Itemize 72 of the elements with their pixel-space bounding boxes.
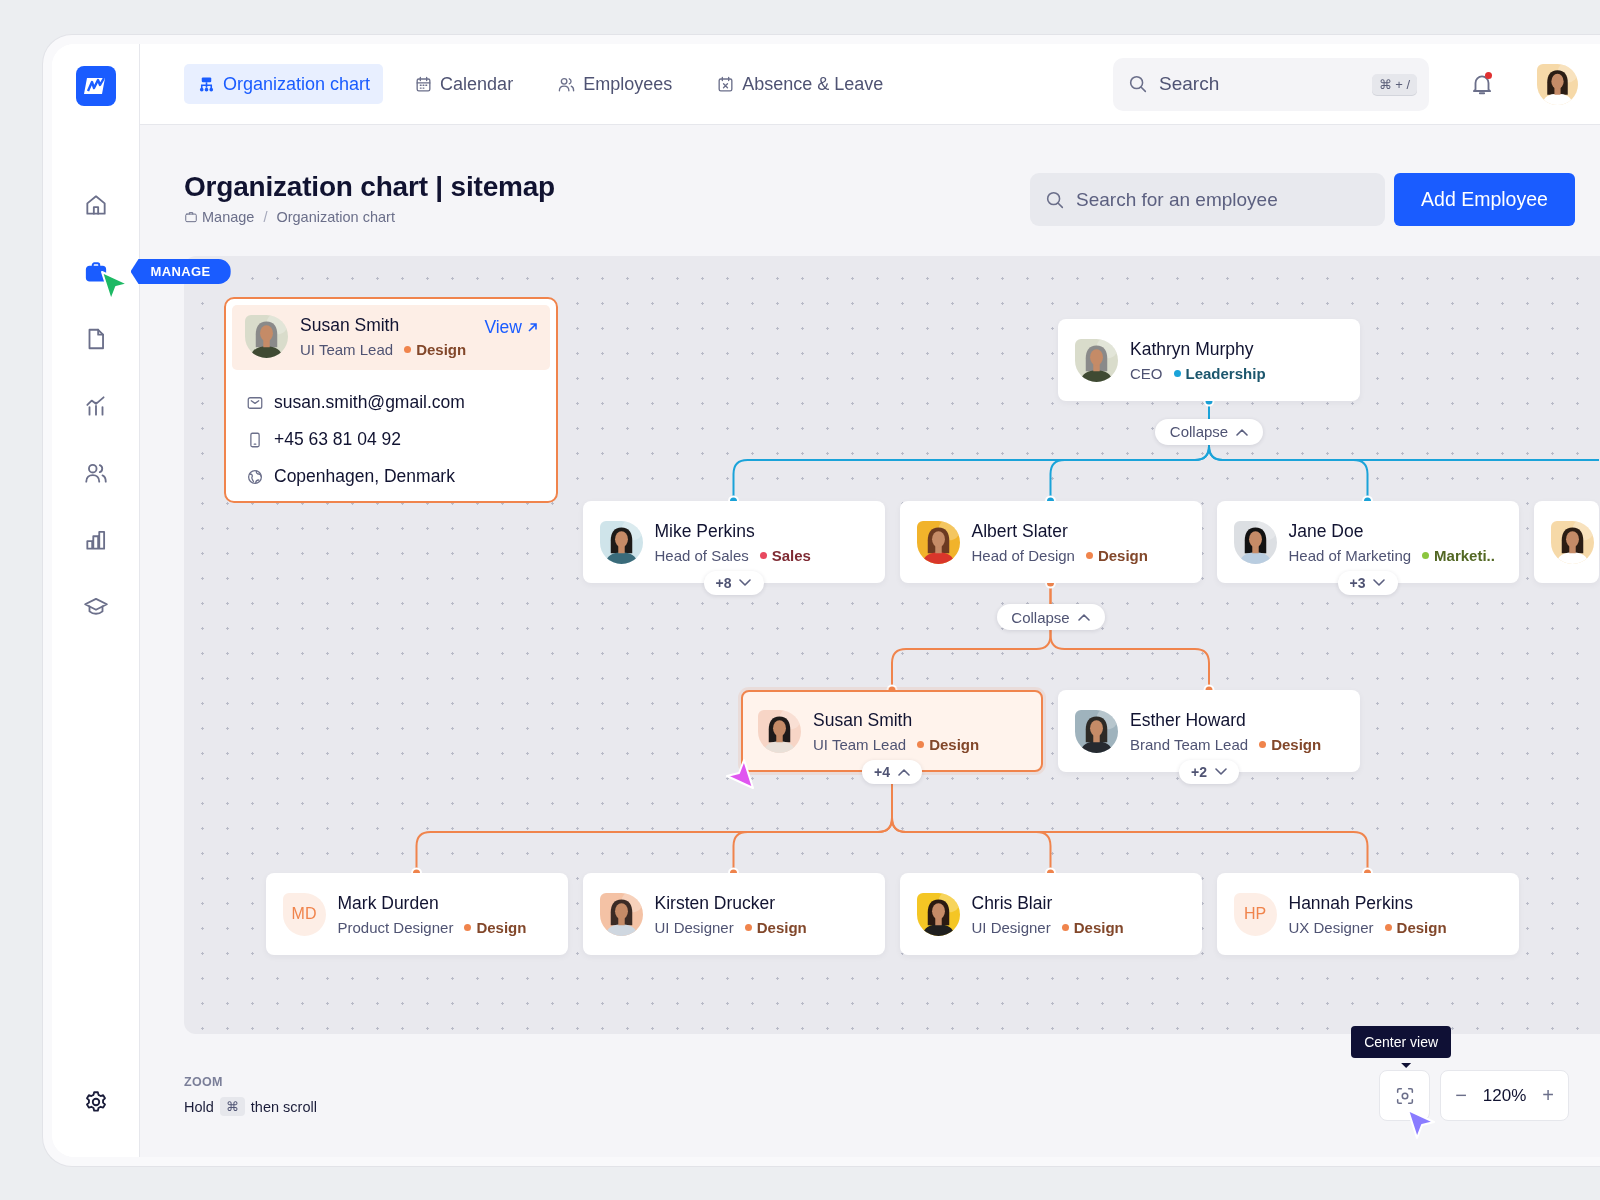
zoom-in-button[interactable]: + bbox=[1542, 1084, 1554, 1107]
department-label: Design bbox=[1271, 735, 1322, 753]
collapse-button[interactable]: Collapse bbox=[1155, 418, 1263, 445]
employee-card[interactable]: Kirsten Drucker UI Designer Design bbox=[582, 873, 885, 955]
employee-name: Kirsten Drucker bbox=[654, 892, 777, 914]
employee-role: UI Team Lead bbox=[813, 735, 907, 753]
employee-name: Jane Doe bbox=[1288, 520, 1365, 542]
nav-tab[interactable]: Absence & Leave bbox=[703, 64, 897, 104]
department-label: Design bbox=[1073, 918, 1124, 936]
employee-name: Albert Slater bbox=[971, 520, 1069, 542]
department-label: Design bbox=[756, 918, 807, 936]
department-label: Sales bbox=[771, 546, 811, 564]
breadcrumb-separator: / bbox=[263, 208, 268, 225]
employee-card[interactable]: HP Hannah Perkins UX Designer Design bbox=[1216, 873, 1519, 955]
employee-role: UI Designer bbox=[971, 918, 1051, 936]
employee-name: Susan Smith bbox=[813, 709, 914, 731]
sidebar-tooltip: MANAGE bbox=[130, 259, 231, 284]
employee-name: Esther Howard bbox=[1130, 709, 1247, 731]
email-text: susan.smith@gmail.com bbox=[274, 392, 465, 413]
key-hint: ⌘ bbox=[219, 1097, 245, 1116]
expand-count-button[interactable]: +4 bbox=[862, 760, 922, 784]
employee-card[interactable]: Chris Blair UI Designer Design bbox=[899, 873, 1202, 955]
hint-text: Hold bbox=[184, 1098, 214, 1115]
employee-role: Product Designer bbox=[337, 918, 454, 936]
department-label: Leadership bbox=[1185, 364, 1266, 382]
nav-tab[interactable]: Calendar bbox=[401, 64, 527, 104]
expand-count-button[interactable]: +3 bbox=[1337, 571, 1398, 595]
employee-search-field[interactable]: Search for an employee bbox=[1030, 173, 1385, 226]
department-label: Design bbox=[1097, 546, 1148, 564]
breadcrumb-current: Organization chart bbox=[276, 208, 395, 225]
employee-role: UI Designer bbox=[654, 918, 734, 936]
employee-role: Head of Sales bbox=[654, 546, 749, 564]
search-field[interactable]: Search ⌘ + / bbox=[1113, 57, 1429, 111]
breadcrumb-link[interactable]: Manage bbox=[184, 208, 255, 225]
employee-role: Brand Team Lead bbox=[1130, 735, 1249, 753]
zoom-out-button[interactable]: − bbox=[1455, 1084, 1467, 1107]
phone-text: +45 63 81 04 92 bbox=[274, 429, 401, 450]
employee-role: Head of Marketing bbox=[1288, 546, 1412, 564]
employee-role: CEO bbox=[1130, 364, 1163, 382]
employee-name: Mike Perkins bbox=[654, 520, 756, 542]
employee-card[interactable]: Kathryn Murphy CEO Leadership bbox=[1058, 319, 1360, 401]
department-label: Design bbox=[476, 918, 527, 936]
avatar-initials: HP bbox=[1233, 892, 1277, 936]
employee-role: UX Designer bbox=[1288, 918, 1374, 936]
department-label: Design bbox=[1396, 918, 1447, 936]
employee-name: Chris Blair bbox=[971, 892, 1054, 914]
employee-name: Hannah Perkins bbox=[1288, 892, 1415, 914]
zoom-label: ZOOM bbox=[184, 1075, 224, 1089]
avatar-initials: MD bbox=[282, 892, 326, 936]
employee-name: Kathryn Murphy bbox=[1130, 338, 1255, 360]
employee-card[interactable]: MD Mark Durden Product Designer Design bbox=[265, 873, 568, 955]
department-label: Design bbox=[416, 341, 467, 358]
location-text: Copenhagen, Denmark bbox=[274, 466, 455, 487]
nav-tab[interactable]: Employees bbox=[544, 64, 686, 104]
employee-role: Head of Design bbox=[971, 546, 1075, 564]
shortcut-key: ⌘ + / bbox=[1371, 73, 1417, 95]
employee-name: Mark Durden bbox=[337, 892, 440, 914]
tooltip: Center view bbox=[1351, 1026, 1452, 1058]
expand-count-button[interactable]: +8 bbox=[703, 571, 764, 595]
expand-count-button[interactable]: +2 bbox=[1179, 760, 1239, 784]
view-link[interactable]: View bbox=[484, 317, 538, 338]
zoom-value: 120% bbox=[1482, 1085, 1527, 1106]
collapse-button[interactable]: Collapse bbox=[996, 604, 1105, 630]
employee-role: UI Team Lead bbox=[300, 341, 394, 358]
employee-name: Susan Smith bbox=[300, 315, 401, 336]
page-title: Organization chart | sitemap bbox=[184, 170, 555, 203]
nav-tab[interactable]: Organization chart bbox=[184, 64, 384, 104]
department-label: Marketi.. bbox=[1434, 546, 1495, 564]
employee-card[interactable]: Albert Slater Head of Design Design bbox=[899, 501, 1202, 583]
hint-text: then scroll bbox=[250, 1098, 317, 1115]
add-employee-button[interactable]: Add Employee bbox=[1394, 173, 1575, 226]
department-label: Design bbox=[929, 735, 980, 753]
